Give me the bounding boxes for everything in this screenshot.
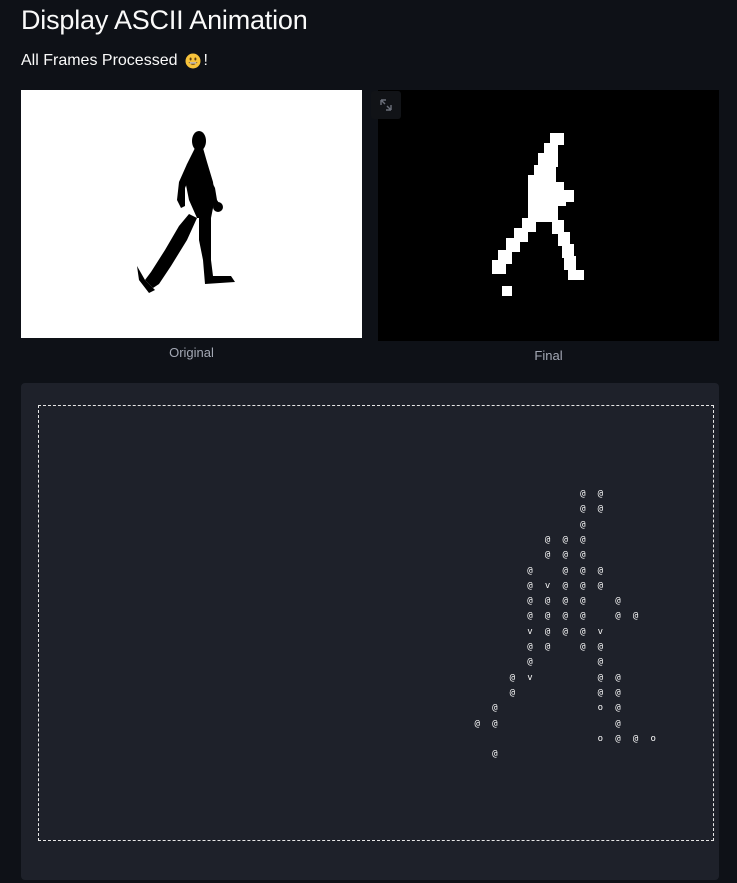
ascii-char: @ (615, 718, 621, 729)
ascii-char: @ (527, 642, 533, 652)
walking-silhouette-icon (137, 131, 235, 293)
ascii-char: @ (580, 611, 586, 622)
app-page: Display ASCII Animation All Frames Proce… (0, 0, 737, 883)
page-title: Display ASCII Animation (21, 5, 308, 35)
pixel-figure-icon (492, 133, 584, 296)
ascii-char: @ (544, 596, 551, 607)
status-message: All Frames Processed ! (21, 51, 208, 71)
ascii-char: v (527, 626, 533, 637)
ascii-frame-border (38, 405, 714, 841)
ascii-char: @ (615, 611, 621, 622)
ascii-char: @ (562, 626, 568, 637)
ascii-char: @ (580, 519, 586, 530)
ascii-char: @ (597, 565, 604, 576)
ascii-char: @ (597, 687, 604, 698)
ascii-char: @ (580, 534, 586, 545)
fullscreen-button[interactable] (371, 91, 401, 119)
ascii-char: @ (597, 642, 604, 652)
ascii-char: @ (509, 687, 516, 698)
ascii-char: @ (562, 596, 568, 607)
ascii-char: @ (615, 687, 621, 698)
ascii-char: @ (632, 611, 639, 622)
ascii-char: @ (544, 626, 551, 637)
original-caption: Original (169, 345, 214, 360)
ascii-char: @ (580, 580, 586, 591)
ascii-char: @ (615, 703, 621, 714)
ascii-char: @ (527, 611, 533, 622)
ascii-char: @ (615, 672, 621, 683)
ascii-char: @ (580, 504, 586, 515)
ascii-char: @ (597, 489, 604, 499)
ascii-char: @ (527, 657, 533, 668)
ascii-char: @ (544, 642, 551, 652)
ascii-char: @ (580, 565, 586, 576)
final-image (378, 90, 719, 341)
ascii-char: v (597, 626, 604, 637)
ascii-char: @ (580, 596, 586, 607)
ascii-char: @ (597, 504, 604, 515)
ascii-char: @ (597, 580, 604, 591)
ascii-char: @ (492, 703, 498, 714)
ascii-char: @ (580, 642, 586, 652)
ascii-char: @ (474, 718, 480, 729)
ascii-char: v (527, 672, 533, 683)
status-text: All Frames Processed (21, 52, 178, 69)
status-suffix: ! (203, 52, 208, 69)
ascii-char: @ (492, 749, 498, 760)
ascii-char: @ (597, 657, 604, 668)
ascii-char: @ (562, 550, 568, 561)
original-image (21, 90, 362, 338)
ascii-char: @ (615, 596, 621, 607)
ascii-char: @ (544, 611, 551, 622)
ascii-char: @ (615, 733, 621, 744)
ascii-char: @ (562, 611, 568, 622)
ascii-char: @ (527, 596, 533, 607)
ascii-char: @ (580, 489, 586, 499)
ascii-char: @ (527, 580, 533, 591)
ascii-char: @ (597, 672, 604, 683)
ascii-char: @ (632, 733, 639, 744)
ascii-char: o (650, 733, 656, 744)
ascii-char: o (597, 733, 604, 744)
grinning-face-emoji-icon (185, 53, 201, 69)
ascii-char: o (597, 703, 604, 714)
ascii-char: @ (527, 565, 533, 576)
ascii-char: @ (580, 626, 586, 637)
ascii-char: @ (562, 580, 568, 591)
ascii-char: @ (562, 565, 568, 576)
ascii-char: @ (509, 672, 516, 683)
ascii-char: v (544, 580, 551, 591)
ascii-char: @ (544, 534, 551, 545)
final-caption: Final (534, 348, 563, 363)
ascii-char: @ (492, 718, 498, 729)
ascii-char: @ (580, 550, 586, 561)
ascii-char: @ (544, 550, 551, 561)
ascii-char: @ (562, 534, 568, 545)
fullscreen-expand-icon (380, 99, 392, 111)
